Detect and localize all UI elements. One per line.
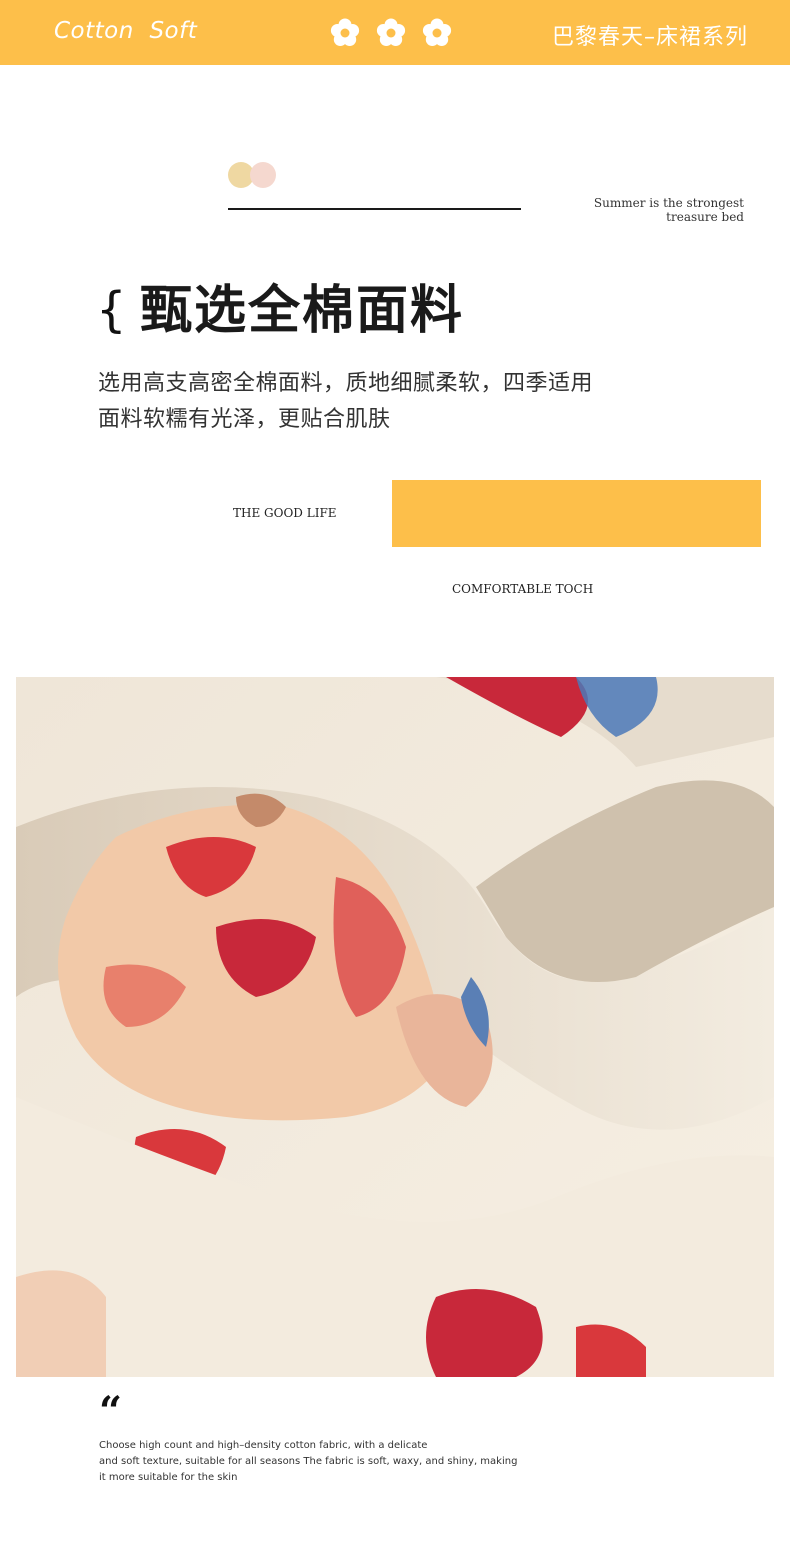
description-line: 选用高支高密全棉面料，质地细腻柔软，四季适用 — [98, 371, 594, 396]
description-line: 面料软糯有光泽，更贴合肌肤 — [98, 407, 391, 432]
good-life-label: THE GOOD LIFE — [233, 506, 337, 520]
dot-pink — [250, 162, 276, 188]
fabric-photo — [16, 677, 774, 1377]
header-bar: Cotton Soft 巴黎春天–床裙系列 — [0, 0, 790, 65]
flower-icon — [422, 18, 452, 46]
tagline-line: treasure bed — [666, 210, 744, 224]
divider-line — [228, 208, 521, 210]
english-line: Choose high count and high–density cotto… — [99, 1440, 428, 1451]
quote-mark: “ — [99, 1388, 123, 1435]
english-description: Choose high count and high–density cotto… — [99, 1438, 517, 1486]
flower-icons — [330, 18, 452, 46]
english-line: it more suitable for the skin — [99, 1472, 238, 1483]
flower-icon — [376, 18, 406, 46]
section-description: 选用高支高密全棉面料，质地细腻柔软，四季适用 面料软糯有光泽，更贴合肌肤 — [98, 366, 593, 438]
comfortable-label: COMFORTABLE TOCH — [452, 582, 594, 596]
english-line: and soft texture, suitable for all seaso… — [99, 1456, 518, 1467]
heading-brace: { — [96, 282, 127, 338]
decorative-dots — [228, 162, 276, 188]
flower-icon — [330, 18, 360, 46]
tagline: Summer is the strongest treasure bed — [594, 196, 744, 224]
section-title: 甄选全棉面料 — [140, 281, 465, 341]
brand-name: Cotton Soft — [54, 18, 198, 44]
tagline-line: Summer is the strongest — [593, 196, 744, 210]
accent-block — [392, 480, 761, 547]
series-title: 巴黎春天–床裙系列 — [551, 25, 748, 50]
fabric-illustration — [16, 677, 774, 1377]
